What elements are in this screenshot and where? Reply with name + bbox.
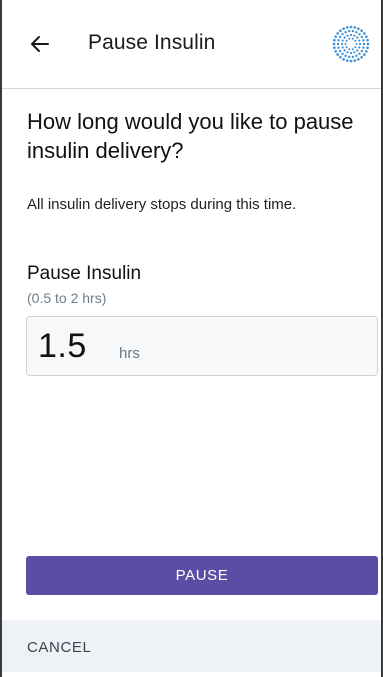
cancel-bar: CANCEL (2, 620, 381, 672)
pause-field-label: Pause Insulin (27, 263, 142, 284)
pause-question: How long would you like to pause insulin… (27, 109, 354, 163)
back-button[interactable] (26, 30, 54, 58)
pause-duration-unit: hrs (119, 345, 140, 362)
app-header: Pause Insulin (2, 0, 381, 89)
frame-border-left (0, 0, 2, 677)
pause-duration-input[interactable]: 1.5 hrs (26, 316, 378, 376)
page-title: Pause Insulin (88, 31, 216, 54)
arrow-left-icon (31, 36, 49, 52)
pause-info-text: All insulin delivery stops during this t… (27, 196, 297, 213)
pause-button[interactable]: PAUSE (26, 556, 378, 595)
dotted-circle-icon (332, 25, 370, 63)
pause-range-hint: (0.5 to 2 hrs) (27, 290, 107, 306)
cancel-button[interactable]: CANCEL (27, 639, 91, 656)
pause-duration-value: 1.5 (38, 327, 87, 365)
